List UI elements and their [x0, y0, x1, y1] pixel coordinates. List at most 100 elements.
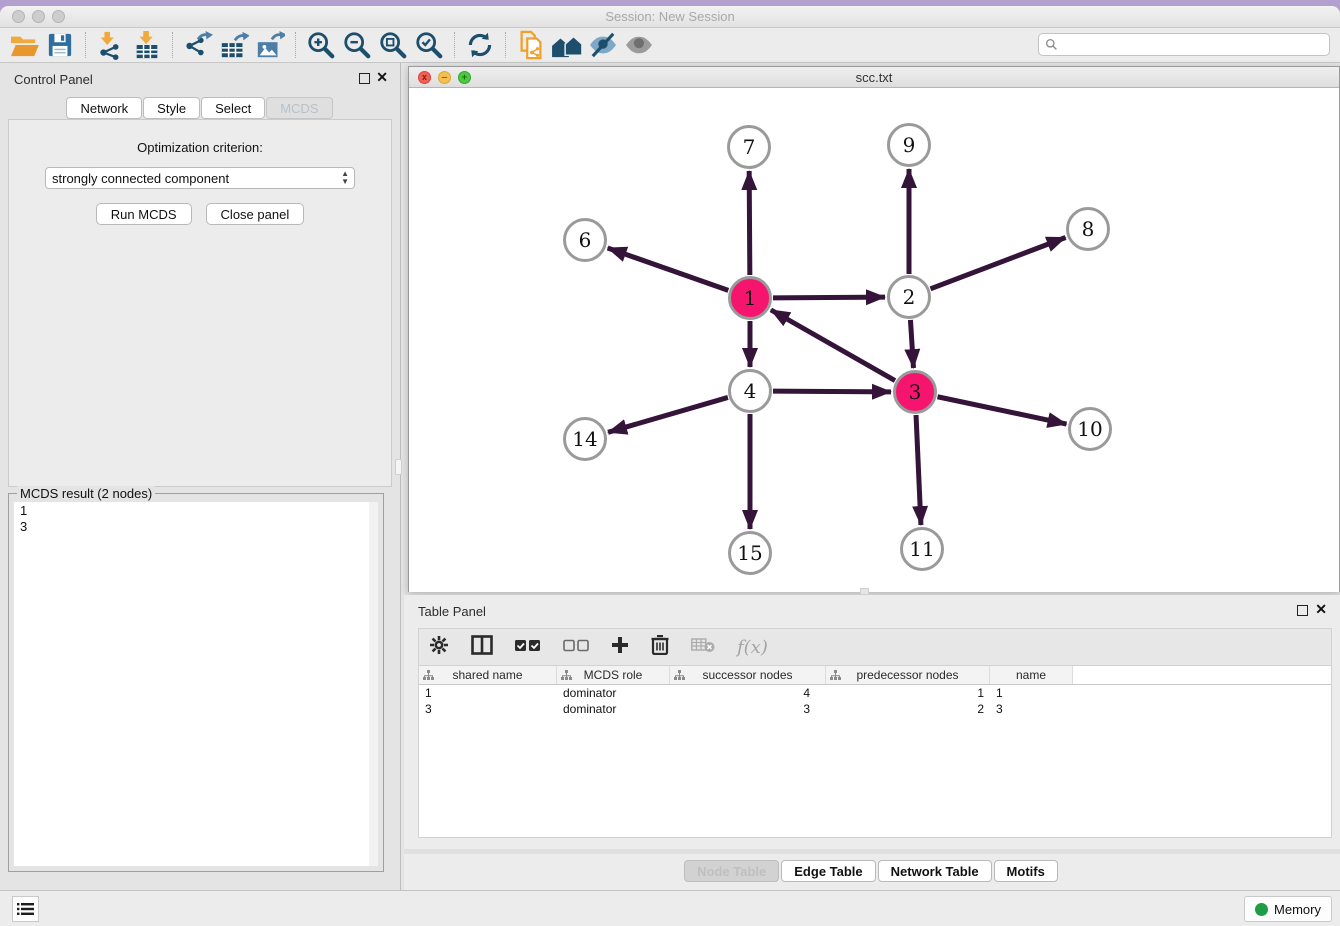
close-table-panel-icon[interactable]: ✕ [1315, 601, 1327, 618]
first-neighbors-icon[interactable] [549, 30, 585, 60]
table-row[interactable]: 1 dominator 4 1 1 [419, 685, 1331, 701]
cell-shared-name[interactable]: 3 [419, 702, 557, 716]
search-input[interactable] [1058, 38, 1308, 52]
node-table[interactable]: shared name MCDS role successor nodes pr… [418, 666, 1332, 838]
graph-node-14[interactable]: 14 [563, 417, 607, 461]
graph-node-3[interactable]: 3 [893, 370, 937, 414]
edge-3-10[interactable] [938, 397, 1067, 424]
table-options-icon[interactable] [429, 635, 449, 660]
hide-selected-icon[interactable] [585, 30, 621, 60]
table-toolbar: f(x) [418, 628, 1332, 666]
column-edit-icon [423, 670, 434, 681]
import-network-icon[interactable] [93, 30, 129, 60]
float-panel-icon[interactable] [359, 73, 370, 84]
criterion-value: strongly connected component [52, 171, 229, 186]
control-panel-tabs: Network Style Select MCDS [0, 97, 400, 119]
cell-mcds-role[interactable]: dominator [557, 686, 670, 700]
export-image-icon[interactable] [252, 30, 288, 60]
edge-4-3[interactable] [773, 391, 891, 392]
zoom-fit-icon[interactable] [375, 30, 411, 60]
edge-3-11[interactable] [916, 415, 921, 525]
network-window[interactable]: x – + scc.txt 7 9 6 8 1 2 4 3 14 10 15 11 [408, 66, 1340, 592]
cell-mcds-role[interactable]: dominator [557, 702, 670, 716]
table-panel: Table Panel ✕ f(x) shared name MCDS [404, 595, 1340, 890]
tab-style[interactable]: Style [143, 97, 200, 119]
edge-2-3[interactable] [910, 320, 913, 368]
edge-2-8[interactable] [931, 238, 1066, 289]
graph-node-9[interactable]: 9 [887, 123, 931, 167]
tab-motifs[interactable]: Motifs [994, 860, 1058, 882]
splitpane-divider-handle[interactable] [395, 459, 402, 475]
mcds-result-list[interactable]: 1 3 [14, 502, 378, 866]
run-mcds-button[interactable]: Run MCDS [96, 203, 192, 225]
column-header-predecessor-nodes[interactable]: predecessor nodes [826, 666, 990, 684]
select-all-columns-icon[interactable] [515, 638, 541, 657]
column-header-mcds-role[interactable]: MCDS role [557, 666, 670, 684]
tab-select[interactable]: Select [201, 97, 265, 119]
tab-network-table[interactable]: Network Table [878, 860, 992, 882]
search-icon [1045, 38, 1058, 51]
import-table-icon[interactable] [129, 30, 165, 60]
export-table-icon[interactable] [216, 30, 252, 60]
tab-edge-table[interactable]: Edge Table [781, 860, 875, 882]
edge-1-6[interactable] [608, 248, 729, 290]
save-session-icon[interactable] [42, 30, 78, 60]
graph-node-2[interactable]: 2 [887, 275, 931, 319]
column-header-name[interactable]: name [990, 666, 1073, 684]
cell-predecessor-nodes[interactable]: 2 [826, 702, 990, 716]
refresh-layout-icon[interactable] [462, 30, 498, 60]
tab-network[interactable]: Network [66, 97, 142, 119]
zoom-out-icon[interactable] [339, 30, 375, 60]
clone-network-icon[interactable] [513, 30, 549, 60]
memory-button[interactable]: Memory [1244, 896, 1332, 922]
network-window-title: scc.txt [409, 70, 1339, 85]
edge-1-7[interactable] [749, 171, 750, 275]
tab-node-table[interactable]: Node Table [684, 860, 779, 882]
column-header-successor-nodes[interactable]: successor nodes [670, 666, 826, 684]
show-column-icon[interactable] [471, 635, 493, 660]
delete-columns-icon[interactable] [651, 635, 669, 660]
show-all-icon[interactable] [621, 30, 657, 60]
cell-name[interactable]: 1 [990, 686, 1073, 700]
tab-mcds[interactable]: MCDS [266, 97, 332, 119]
graph-node-4[interactable]: 4 [728, 369, 772, 413]
edge-3-1[interactable] [771, 310, 895, 381]
export-network-icon[interactable] [180, 30, 216, 60]
column-header-shared-name[interactable]: shared name [419, 666, 557, 684]
result-scrollbar[interactable] [369, 502, 378, 866]
network-view-canvas[interactable]: 7 9 6 8 1 2 4 3 14 10 15 11 [409, 89, 1339, 592]
graph-node-6[interactable]: 6 [563, 218, 607, 262]
criterion-select[interactable]: strongly connected component ▲▼ [45, 167, 355, 189]
cell-successor-nodes[interactable]: 4 [670, 686, 826, 700]
search-field[interactable] [1038, 33, 1330, 56]
zoom-in-icon[interactable] [303, 30, 339, 60]
graph-node-8[interactable]: 8 [1066, 207, 1110, 251]
graph-node-7[interactable]: 7 [727, 125, 771, 169]
deselect-all-columns-icon[interactable] [563, 638, 589, 657]
table-panel-strip [404, 849, 1340, 854]
zoom-selected-icon[interactable] [411, 30, 447, 60]
task-list-icon [17, 902, 34, 916]
graph-node-10[interactable]: 10 [1068, 407, 1112, 451]
delete-table-icon [691, 637, 715, 658]
close-panel-button[interactable]: Close panel [206, 203, 305, 225]
cell-shared-name[interactable]: 1 [419, 686, 557, 700]
table-row[interactable]: 3 dominator 3 2 3 [419, 701, 1331, 717]
close-panel-icon[interactable]: ✕ [376, 69, 388, 86]
table-header-row: shared name MCDS role successor nodes pr… [419, 666, 1331, 685]
network-window-titlebar[interactable]: x – + scc.txt [409, 67, 1339, 88]
select-stepper-icon: ▲▼ [341, 170, 349, 186]
open-file-icon[interactable] [6, 30, 42, 60]
edge-4-14[interactable] [608, 397, 728, 432]
create-column-icon[interactable] [611, 636, 629, 659]
graph-node-15[interactable]: 15 [728, 531, 772, 575]
cell-successor-nodes[interactable]: 3 [670, 702, 826, 716]
float-table-panel-icon[interactable] [1297, 605, 1308, 616]
graph-node-11[interactable]: 11 [900, 527, 944, 571]
cell-name[interactable]: 3 [990, 702, 1073, 716]
graph-node-1[interactable]: 1 [728, 276, 772, 320]
task-history-button[interactable] [12, 896, 39, 922]
hscroll-handle[interactable] [860, 588, 869, 595]
edge-1-2[interactable] [773, 297, 885, 298]
cell-predecessor-nodes[interactable]: 1 [826, 686, 990, 700]
